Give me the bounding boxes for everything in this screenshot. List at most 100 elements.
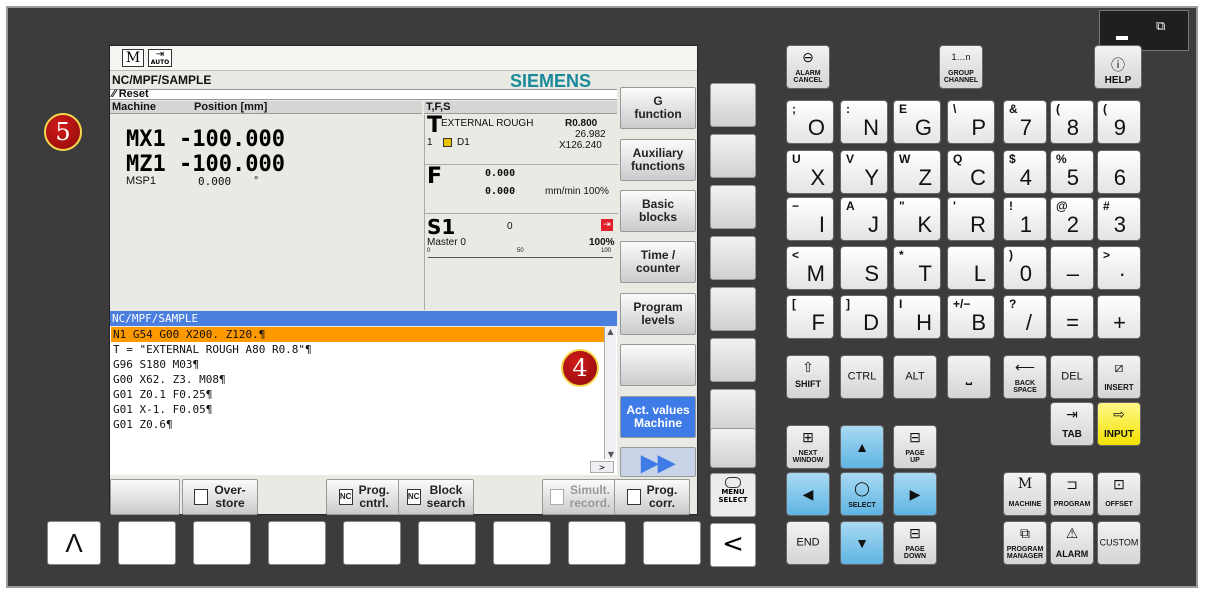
page-down-key[interactable]: ⊟ PAGE DOWN [893, 521, 937, 565]
select-key[interactable]: ◯ SELECT [840, 472, 884, 516]
cursor-down-key[interactable]: ▼ [840, 521, 884, 565]
vertical-hardware-softkey[interactable] [710, 287, 756, 331]
help-key[interactable]: ⓘ HELP [1094, 45, 1142, 89]
vertical-softkey[interactable]: Act. values Machine [620, 396, 696, 438]
alpha-key-b[interactable]: B +/− [947, 295, 995, 339]
alpha-key-f[interactable]: F[ [786, 295, 834, 339]
alpha-key-m[interactable]: M < [786, 246, 834, 290]
menu-select-button[interactable]: MENU SELECT [710, 473, 756, 517]
horizontal-hardware-softkey[interactable] [193, 521, 251, 565]
vertical-hardware-softkey[interactable] [710, 338, 756, 382]
page-up-key[interactable]: ⊟ PAGE UP [893, 425, 937, 469]
alpha-key-h[interactable]: HI [893, 295, 941, 339]
horizontal-hardware-softkey[interactable] [568, 521, 626, 565]
alpha-key-p[interactable]: P \ [947, 100, 995, 144]
alpha-key-y[interactable]: YV [840, 150, 888, 194]
horizontal-hardware-softkey[interactable] [493, 521, 551, 565]
alarm-key[interactable]: ⚠ ALARM [1050, 521, 1094, 565]
num-key[interactable]: 8( [1050, 100, 1094, 144]
num-key[interactable]: – [1050, 246, 1094, 290]
vertical-hardware-softkey[interactable] [710, 236, 756, 280]
offset-key[interactable]: ⊡ OFFSET [1097, 472, 1141, 516]
alpha-key-d[interactable]: D] [840, 295, 888, 339]
num-key[interactable]: = [1050, 295, 1094, 339]
horizontal-softkey[interactable]: Prog. corr. [614, 479, 690, 515]
num-key[interactable]: 2 @ [1050, 197, 1094, 241]
program-line[interactable]: G01 X-1. F0.05¶ [111, 402, 604, 417]
vertical-softkey[interactable]: Auxiliary functions [620, 139, 696, 181]
program-manager-key[interactable]: ⧉ PROGRAM MANAGER [1003, 521, 1047, 565]
alpha-key-o[interactable]: O; [786, 100, 834, 144]
horizontal-hardware-softkey[interactable] [418, 521, 476, 565]
program-line[interactable]: G96 S180 M03¶ [111, 357, 604, 372]
num-key[interactable]: 4 $ [1003, 150, 1047, 194]
num-key[interactable]: · > [1097, 246, 1141, 290]
scroll-down-icon[interactable]: ▼ [606, 450, 616, 459]
program-key[interactable]: ⊐ PROGRAM [1050, 472, 1094, 516]
ctrl-key[interactable]: CTRL [840, 355, 884, 399]
insert-key[interactable]: ⧄ INSERT [1097, 355, 1141, 399]
vertical-hardware-softkey[interactable] [710, 389, 756, 433]
program-editor[interactable]: N1 G54 G00 X200. Z120.¶ T = "EXTERNAL RO… [110, 327, 617, 475]
horizontal-hardware-softkey[interactable] [643, 521, 701, 565]
vertical-softkey[interactable] [620, 344, 696, 386]
num-key[interactable]: 0) [1003, 246, 1047, 290]
num-key[interactable]: 3 # [1097, 197, 1141, 241]
horizontal-softkey[interactable]: Simult. record. [542, 479, 618, 515]
scroll-up-icon[interactable]: ▲ [605, 327, 616, 336]
horizontal-softkey[interactable] [110, 479, 180, 515]
num-key[interactable]: + [1097, 295, 1141, 339]
group-channel-key[interactable]: 1…n GROUP CHANNEL [939, 45, 983, 89]
num-key[interactable]: 1! [1003, 197, 1047, 241]
alpha-key-k[interactable]: K " [893, 197, 941, 241]
alpha-key-s[interactable]: S [840, 246, 888, 290]
num-key[interactable]: 7 & [1003, 100, 1047, 144]
input-key[interactable]: ⇨ INPUT [1097, 402, 1141, 446]
alpha-key-t[interactable]: T * [893, 246, 941, 290]
num-key[interactable]: /? [1003, 295, 1047, 339]
custom-key[interactable]: CUSTOM [1097, 521, 1141, 565]
horizontal-softkey[interactable]: NC Block search [398, 479, 474, 515]
tab-key[interactable]: ⇥ TAB [1050, 402, 1094, 446]
minimize-icon[interactable] [1116, 36, 1128, 40]
program-line[interactable]: G01 Z0.6¶ [111, 417, 604, 432]
scroll-right-icon[interactable]: > [590, 461, 614, 473]
program-line[interactable]: G00 X62. Z3. M08¶ [111, 372, 604, 387]
vertical-hardware-softkey[interactable] [710, 428, 756, 468]
alpha-key-i[interactable]: I − [786, 197, 834, 241]
recall-up-button[interactable]: Λ [47, 521, 101, 565]
alpha-key-g[interactable]: GE [893, 100, 941, 144]
vertical-hardware-softkey[interactable] [710, 134, 756, 178]
end-key[interactable]: END [786, 521, 830, 565]
vertical-softkey[interactable]: Basic blocks [620, 190, 696, 232]
delete-key[interactable]: DEL [1050, 355, 1094, 399]
horizontal-hardware-softkey[interactable] [343, 521, 401, 565]
program-line[interactable]: T = "EXTERNAL ROUGH A80 R0.8"¶ [111, 342, 604, 357]
next-window-key[interactable]: ⊞ NEXT WINDOW [786, 425, 830, 469]
horizontal-softkey[interactable]: Over-store [182, 479, 258, 515]
num-key[interactable]: 5% [1050, 150, 1094, 194]
alpha-key-l[interactable]: L [947, 246, 995, 290]
vertical-softkey[interactable]: Gfunction [620, 87, 696, 129]
cursor-up-key[interactable]: ▲ [840, 425, 884, 469]
vertical-softkey[interactable]: Program levels [620, 293, 696, 335]
alt-key[interactable]: ALT [893, 355, 937, 399]
restore-icon[interactable]: ⧉ [1156, 20, 1170, 33]
machine-key[interactable]: M MACHINE [1003, 472, 1047, 516]
cursor-left-key[interactable]: ◀ [786, 472, 830, 516]
horizontal-softkey[interactable]: NC Prog. cntrl. [326, 479, 402, 515]
vertical-hardware-softkey[interactable] [710, 185, 756, 229]
backspace-key[interactable]: ⟵ BACK SPACE [1003, 355, 1047, 399]
num-key[interactable]: 9( [1097, 100, 1141, 144]
program-line-current[interactable]: N1 G54 G00 X200. Z120.¶ [111, 327, 604, 342]
horizontal-hardware-softkey[interactable] [118, 521, 176, 565]
vertical-hardware-softkey[interactable] [710, 83, 756, 127]
alpha-key-z[interactable]: ZW [893, 150, 941, 194]
vertical-softkey[interactable]: Time / counter [620, 241, 696, 283]
vertical-softkey[interactable]: ▶▶ [620, 447, 696, 477]
alpha-key-j[interactable]: JA [840, 197, 888, 241]
space-key[interactable]: ⎵ [947, 355, 991, 399]
num-key[interactable]: 6 [1097, 150, 1141, 194]
shift-key[interactable]: ⇧ SHIFT [786, 355, 830, 399]
softkey-extend-button[interactable]: < [710, 523, 756, 567]
